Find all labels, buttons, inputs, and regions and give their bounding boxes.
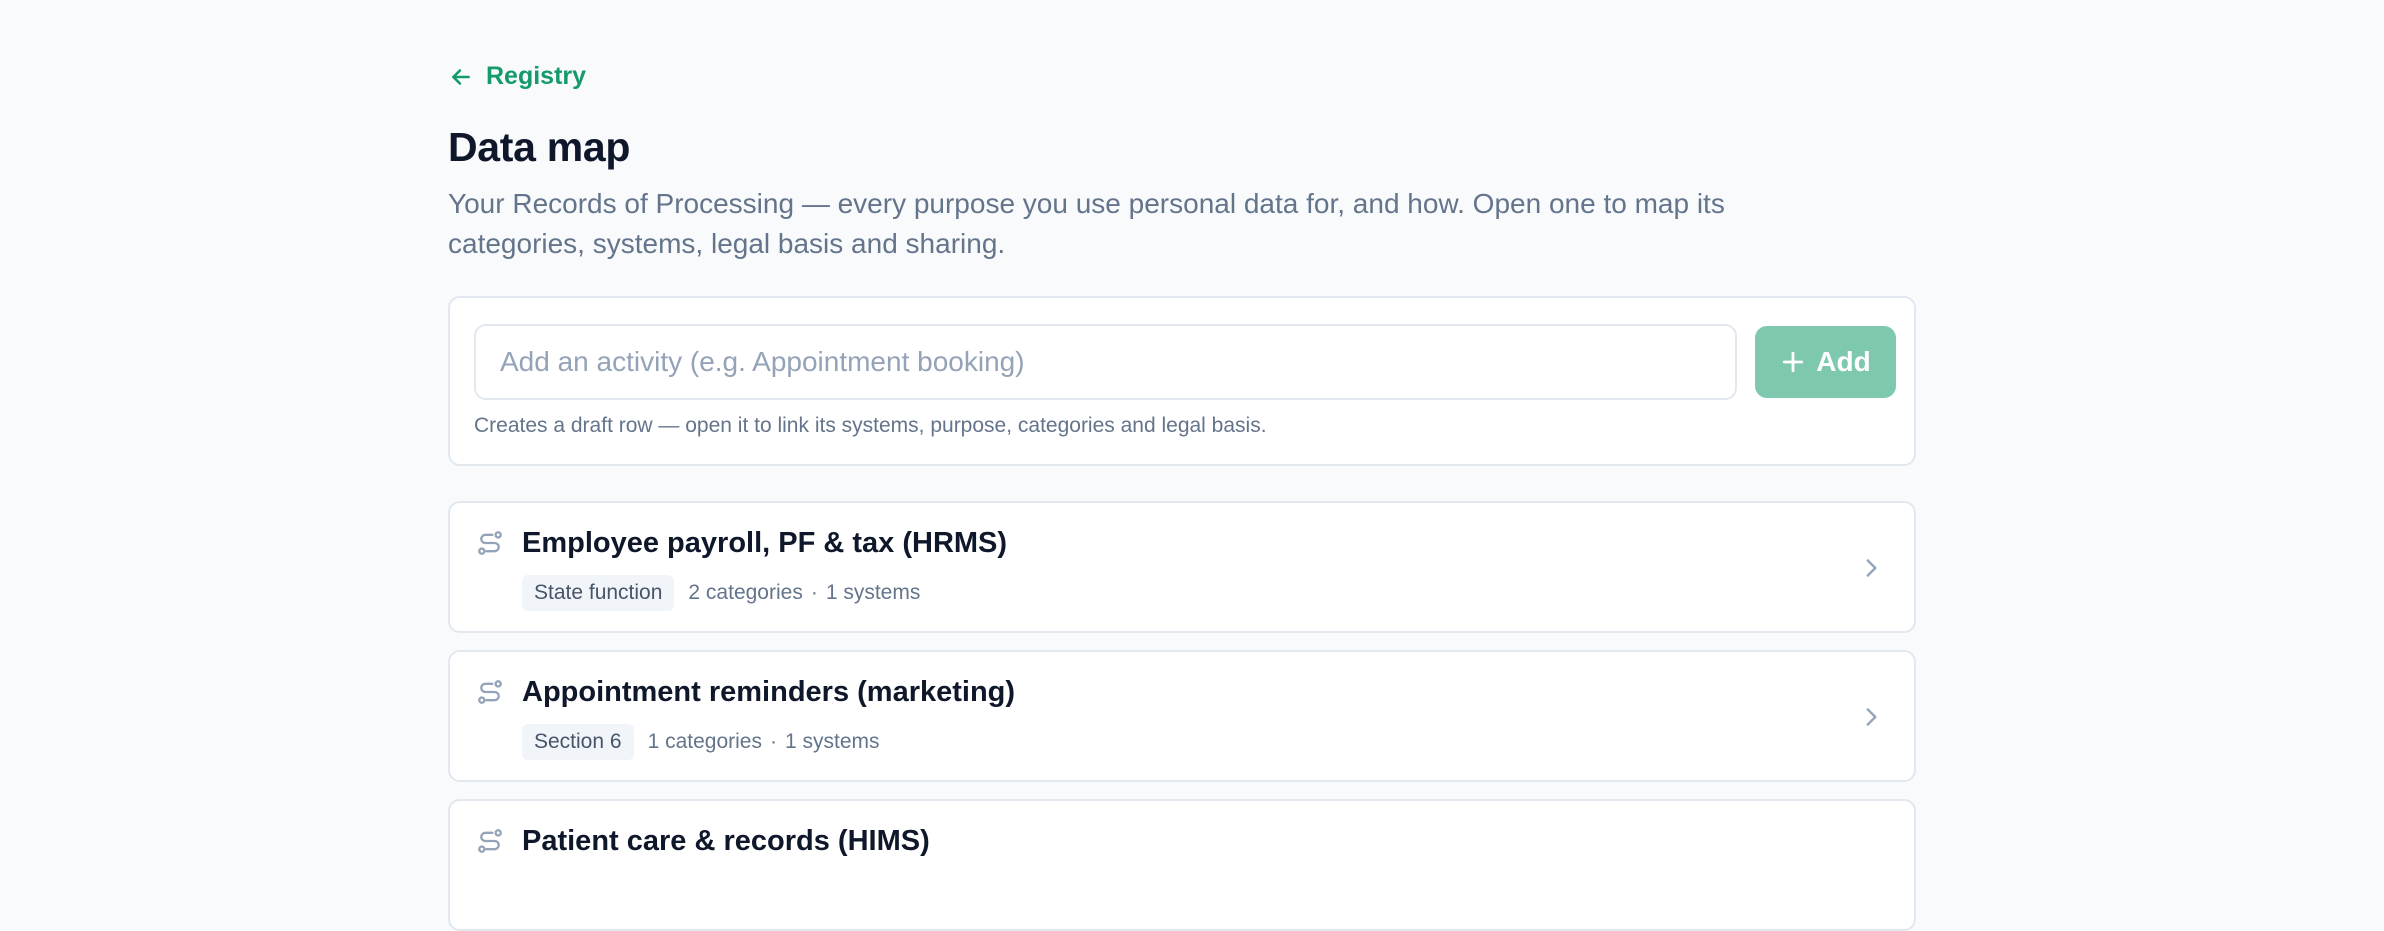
back-link-registry[interactable]: Registry [448, 62, 586, 91]
chevron-right-icon [1866, 559, 1877, 577]
add-activity-hint: Creates a draft row — open it to link it… [474, 414, 1267, 437]
add-button-label: Add [1816, 346, 1871, 377]
system-count: 1 systems [784, 730, 880, 753]
activity-meta: State function 2 categories · 1 systems [522, 575, 920, 611]
meta-separator: · [769, 730, 777, 753]
system-count: 1 systems [825, 581, 921, 604]
back-link-label: Registry [486, 62, 587, 90]
activity-name-input[interactable] [474, 324, 1737, 400]
legal-basis-badge: State function [522, 575, 675, 611]
page-description: Your Records of Processing — every purpo… [448, 188, 1725, 259]
legal-basis-badge: Section 6 [522, 724, 634, 760]
route-icon [478, 531, 502, 555]
activity-row-patient-care[interactable]: Patient care & records (HIMS) [448, 799, 1916, 931]
activity-title: Appointment reminders (marketing) [522, 676, 1016, 708]
meta-separator: · [810, 581, 818, 604]
activity-row-employee-payroll[interactable]: Employee payroll, PF & tax (HRMS) State … [448, 501, 1916, 633]
activity-title: Patient care & records (HIMS) [522, 825, 930, 857]
add-activity-card: Add Creates a draft row — open it to lin… [448, 296, 1916, 466]
category-count: 1 categories [647, 730, 762, 753]
arrow-left-icon [452, 68, 470, 85]
plus-icon [1783, 351, 1804, 373]
route-icon [478, 829, 502, 853]
activity-row-appointment-reminders[interactable]: Appointment reminders (marketing) Sectio… [448, 650, 1916, 782]
add-activity-button[interactable]: Add [1755, 326, 1896, 398]
route-icon [478, 680, 502, 704]
chevron-right-icon [1866, 708, 1877, 726]
activity-meta: Section 6 1 categories · 1 systems [522, 724, 880, 760]
activity-title: Employee payroll, PF & tax (HRMS) [522, 527, 1008, 559]
page-title: Data map [448, 124, 631, 170]
category-count: 2 categories [688, 581, 803, 604]
